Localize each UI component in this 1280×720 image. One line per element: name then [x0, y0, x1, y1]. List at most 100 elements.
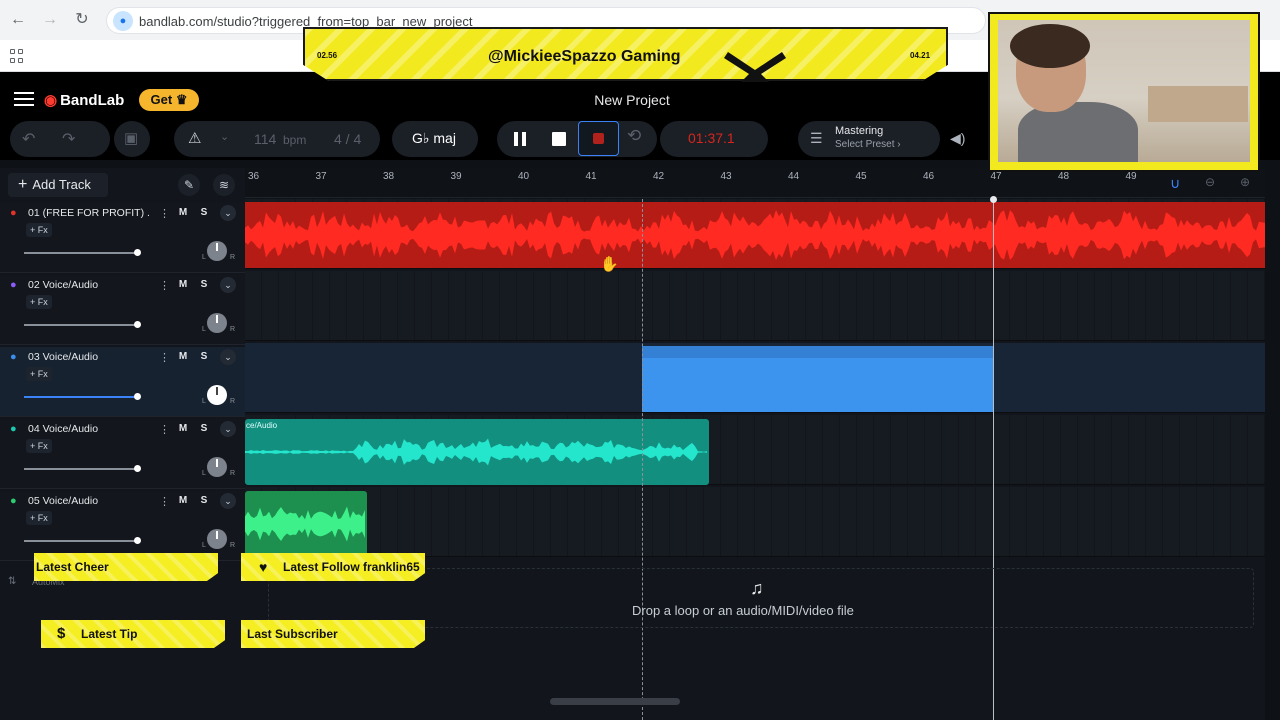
apps-grid-icon[interactable] [10, 49, 24, 63]
audio-clip-4[interactable]: ce/Audio [245, 419, 709, 485]
metronome-icon[interactable]: ⚠ [188, 129, 201, 147]
lane-3[interactable] [245, 343, 1265, 413]
volume-slider-handle[interactable] [134, 393, 141, 400]
lane-4[interactable]: ce/Audio [245, 415, 1265, 485]
add-fx-button[interactable]: + Fx [26, 439, 52, 453]
timeline-ruler[interactable] [245, 168, 1265, 198]
more-options-icon[interactable]: ⋮ [159, 351, 170, 364]
pause-button[interactable] [505, 124, 535, 154]
solo-button[interactable]: S [196, 421, 212, 437]
more-options-icon[interactable]: ⋮ [159, 423, 170, 436]
mute-button[interactable]: M [175, 349, 191, 365]
track-header[interactable]: ● 02 Voice/Audio ⋮ M S ⌄ + Fx L R [0, 275, 245, 345]
track-name[interactable]: 03 Voice/Audio [28, 351, 150, 363]
volume-slider-handle[interactable] [134, 537, 141, 544]
audio-clip-1[interactable] [245, 202, 1265, 268]
record-button[interactable] [578, 121, 619, 156]
editor-toggle[interactable]: ▣ [114, 121, 150, 157]
chevron-down-icon[interactable]: ⌄ [220, 349, 236, 365]
clip-4-label: ce/Audio [246, 421, 278, 430]
pan-knob[interactable] [207, 385, 227, 405]
add-fx-button[interactable]: + Fx [26, 367, 52, 381]
volume-slider-handle[interactable] [134, 249, 141, 256]
lane-2[interactable] [245, 271, 1265, 341]
horizontal-scrollbar[interactable] [550, 698, 680, 705]
pen-tool-icon[interactable]: ✎ [178, 174, 200, 196]
volume-icon[interactable]: ◀︎) [950, 130, 965, 147]
pan-knob[interactable] [207, 457, 227, 477]
volume-slider[interactable] [24, 465, 141, 472]
latest-follow-overlay: ♥ Latest Follow franklin65 [241, 553, 425, 581]
solo-button[interactable]: S [196, 205, 212, 221]
time-signature[interactable]: 4 / 4 [334, 131, 361, 147]
add-fx-button[interactable]: + Fx [26, 511, 52, 525]
loop-icon[interactable]: ⟲ [627, 126, 641, 146]
get-membership-button[interactable]: Get ♛ [139, 89, 199, 111]
track-header[interactable]: ● 04 Voice/Audio ⋮ M S ⌄ + Fx L R [0, 419, 245, 489]
chevron-down-icon[interactable]: ⌄ [220, 205, 236, 221]
track-name[interactable]: 02 Voice/Audio [28, 279, 150, 291]
recording-clip-3[interactable] [642, 346, 993, 412]
volume-slider-handle[interactable] [134, 465, 141, 472]
track-name[interactable]: 05 Voice/Audio [28, 495, 150, 507]
webcam-feed [998, 20, 1250, 162]
add-fx-button[interactable]: + Fx [26, 223, 52, 237]
project-title[interactable]: New Project [560, 92, 704, 108]
pan-left-label: L [202, 398, 206, 405]
reload-icon[interactable]: ↻ [72, 10, 92, 30]
banner-title: @MickieeSpazzo Gaming [488, 48, 681, 65]
microphone-icon[interactable]: ● [113, 11, 133, 31]
track-header[interactable]: ● 01 (FREE FOR PROFIT) ... ⋮ M S ⌄ + Fx L R [0, 203, 245, 273]
track-header[interactable]: ● 03 Voice/Audio ⋮ M S ⌄ + Fx L R [0, 347, 245, 417]
solo-button[interactable]: S [196, 493, 212, 509]
add-track-button[interactable]: + Add Track [8, 173, 108, 197]
chevron-down-icon[interactable]: ⌄ [220, 493, 236, 509]
stop-button[interactable] [544, 124, 574, 154]
lane-5[interactable] [245, 487, 1265, 557]
solo-button[interactable]: S [196, 349, 212, 365]
mute-button[interactable]: M [175, 277, 191, 293]
bpm-value[interactable]: 114 [254, 131, 276, 147]
undo-icon[interactable]: ↶ [22, 129, 35, 149]
pan-right-label: R [230, 326, 236, 333]
add-track-label: Add Track [32, 177, 91, 192]
pan-knob[interactable] [207, 313, 227, 333]
zoom-in-icon[interactable]: ⊕ [1240, 175, 1250, 189]
more-options-icon[interactable]: ⋮ [159, 495, 170, 508]
mute-button[interactable]: M [175, 205, 191, 221]
track-name[interactable]: 01 (FREE FOR PROFIT) ... [28, 207, 150, 219]
track-header[interactable]: ● 05 Voice/Audio ⋮ M S ⌄ + Fx L R [0, 491, 245, 561]
forward-icon[interactable]: → [40, 10, 60, 30]
snap-magnet-icon[interactable]: ∪ [1170, 175, 1180, 192]
zoom-out-icon[interactable]: ⊖ [1205, 175, 1215, 189]
loop-end-marker[interactable] [993, 199, 994, 720]
chevron-down-icon[interactable]: ⌄ [220, 130, 229, 143]
playhead[interactable] [642, 199, 643, 720]
redo-icon[interactable]: ↷ [62, 129, 75, 149]
add-fx-button[interactable]: + Fx [26, 295, 52, 309]
pan-knob[interactable] [207, 529, 227, 549]
volume-slider[interactable] [24, 537, 141, 544]
volume-slider[interactable] [24, 321, 141, 328]
hamburger-menu-icon[interactable] [14, 92, 34, 106]
track-name[interactable]: 04 Voice/Audio [28, 423, 150, 435]
chevron-down-icon[interactable]: ⌄ [220, 277, 236, 293]
chevron-down-icon[interactable]: ⌄ [220, 421, 236, 437]
back-icon[interactable]: ← [8, 10, 28, 30]
more-options-icon[interactable]: ⋮ [159, 207, 170, 220]
mastering-preset[interactable]: Select Preset › [835, 139, 901, 150]
audio-clip-5[interactable] [245, 491, 367, 557]
loop-end-handle[interactable] [990, 196, 997, 203]
last-subscriber-label: Last Subscriber [247, 627, 338, 641]
lane-1[interactable] [245, 199, 1265, 269]
solo-button[interactable]: S [196, 277, 212, 293]
mute-button[interactable]: M [175, 421, 191, 437]
quantize-icon[interactable]: ≋ [213, 174, 235, 196]
volume-slider-handle[interactable] [134, 321, 141, 328]
mute-button[interactable]: M [175, 493, 191, 509]
volume-slider[interactable] [24, 249, 141, 256]
more-options-icon[interactable]: ⋮ [159, 279, 170, 292]
bandlab-logo[interactable]: ◉ BandLab [44, 91, 124, 109]
pan-knob[interactable] [207, 241, 227, 261]
volume-slider[interactable] [24, 393, 141, 400]
